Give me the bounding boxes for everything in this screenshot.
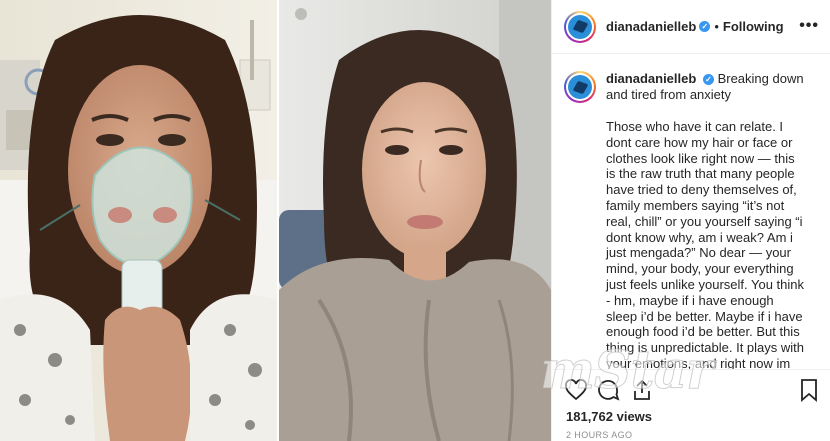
more-icon[interactable]: ••• [799, 17, 819, 35]
caption-area: dianadanielleb ✓ Breaking down and tired… [552, 55, 830, 369]
heart-icon[interactable] [564, 378, 588, 402]
verified-badge-icon: ✓ [702, 74, 714, 85]
avatar[interactable] [564, 10, 596, 43]
comment-icon[interactable] [596, 378, 620, 402]
views-count[interactable]: 181,762 views [566, 409, 652, 424]
bookmark-icon[interactable] [798, 378, 820, 402]
verified-badge-icon: ✓ [699, 21, 711, 32]
caption-avatar[interactable] [564, 71, 596, 103]
post-photo-left [0, 0, 277, 441]
caption-heading: dianadanielleb ✓ Breaking down and tired… [606, 71, 806, 103]
caption-text: Those who have it can relate. I dont car… [606, 119, 805, 369]
header-separator: • [714, 19, 719, 34]
post-photo-right [279, 0, 551, 441]
post-header: dianadanielleb ✓ • Following ••• [552, 0, 830, 54]
following-button[interactable]: Following [723, 19, 784, 34]
action-bar: 181,762 views 2 HOURS AGO [552, 369, 830, 441]
caption-username-link[interactable]: dianadanielleb [606, 71, 696, 86]
post-panel: dianadanielleb ✓ • Following ••• dianada… [551, 0, 830, 441]
username-link[interactable]: dianadanielleb [606, 19, 696, 34]
share-icon[interactable] [630, 378, 654, 402]
post-timestamp[interactable]: 2 HOURS AGO [566, 430, 632, 440]
